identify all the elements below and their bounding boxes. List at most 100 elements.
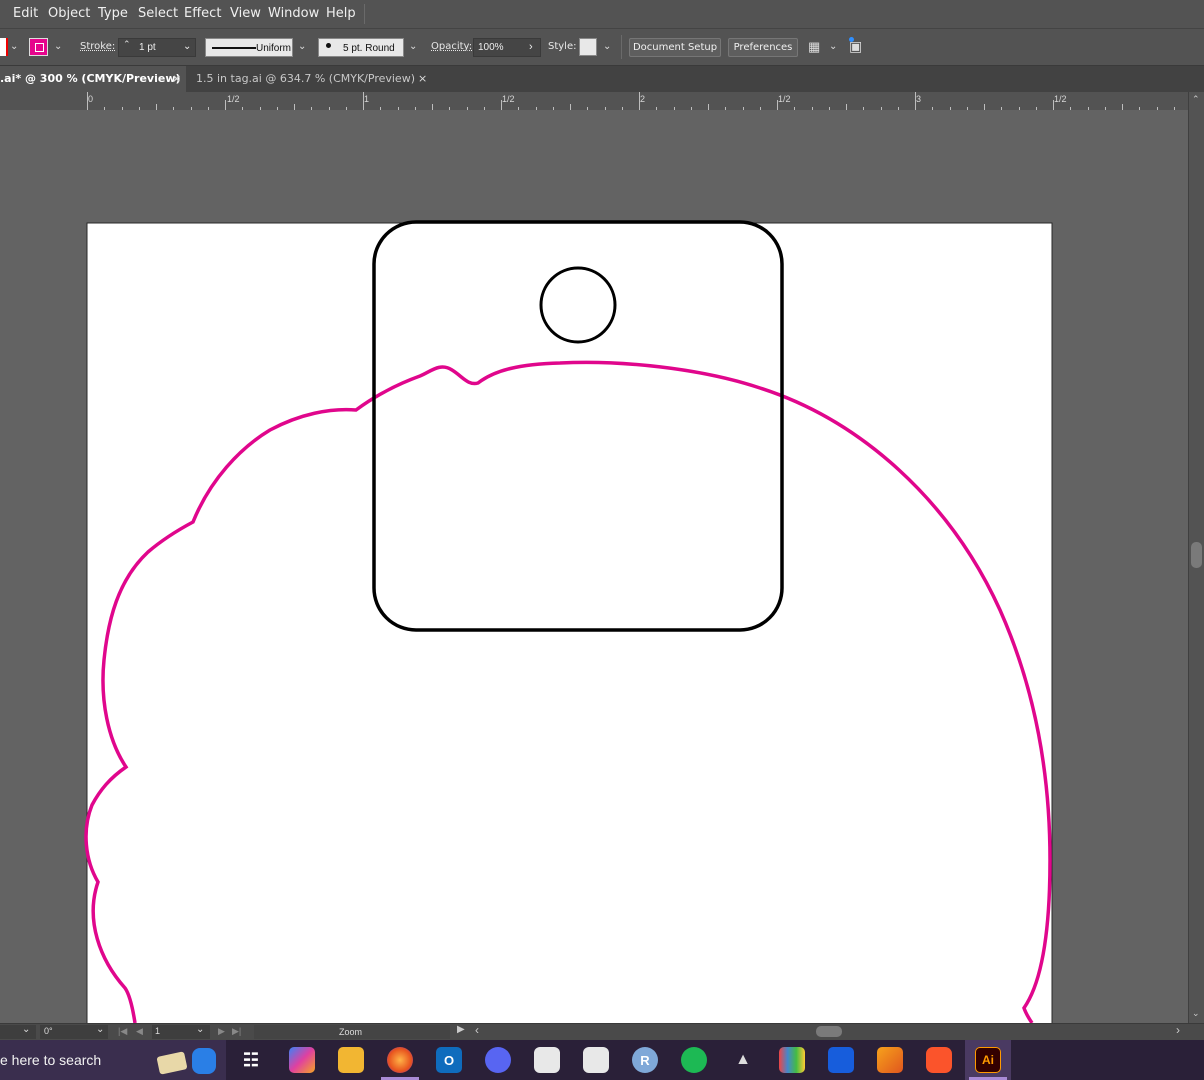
- canvas-area[interactable]: [0, 110, 1188, 1023]
- last-artboard-icon[interactable]: ▶|: [232, 1026, 241, 1037]
- chevron-right-icon[interactable]: ›: [529, 41, 533, 53]
- search-placeholder: e here to search: [0, 1052, 102, 1068]
- style-label: Style:: [548, 41, 577, 52]
- chevron-down-icon[interactable]: ⌄: [183, 41, 191, 52]
- creative-cloud-icon[interactable]: [534, 1047, 560, 1073]
- zoom-field[interactable]: ⌄: [0, 1024, 36, 1039]
- artboard[interactable]: [86, 222, 1053, 1023]
- bitwarden-icon[interactable]: [828, 1047, 854, 1073]
- status-menu-icon[interactable]: ▶: [457, 1024, 465, 1035]
- chevron-down-icon[interactable]: ⌄: [196, 1024, 204, 1035]
- brush-dot-icon: [326, 43, 331, 48]
- close-icon[interactable]: ×: [418, 66, 427, 91]
- stroke-profile-value: Uniform: [256, 43, 292, 54]
- artwork: [84, 220, 1053, 1023]
- rotation-field[interactable]: 0° ⌄: [40, 1024, 108, 1039]
- brush-field[interactable]: 5 pt. Round: [318, 38, 404, 57]
- stepper-icon[interactable]: ⌃: [123, 39, 131, 50]
- menu-edit[interactable]: Edit: [13, 6, 38, 21]
- chevron-down-icon[interactable]: ⌄: [603, 41, 611, 52]
- next-artboard-icon[interactable]: ▶: [218, 1026, 225, 1037]
- arrange-icon[interactable]: ▦: [808, 39, 820, 55]
- ruler-tick: [225, 100, 226, 110]
- menu-help[interactable]: Help: [326, 6, 356, 21]
- menu-type[interactable]: Type: [98, 6, 128, 21]
- illustrator-icon[interactable]: Ai: [975, 1047, 1001, 1073]
- rotation-value: 0°: [44, 1026, 53, 1036]
- document-setup-button[interactable]: Document Setup: [629, 38, 721, 57]
- menu-effect[interactable]: Effect: [184, 6, 221, 21]
- arrow-app-icon[interactable]: [877, 1047, 903, 1073]
- control-bar: ⌄ ⌄ Stroke: ⌃ 1 pt ⌄ Uniform ⌄ 5 pt. Rou…: [0, 29, 1204, 66]
- ruler-label: 0: [88, 94, 94, 104]
- tab-1.5-in-tag[interactable]: 1.5 in tag.ai @ 634.7 % (CMYK/Preview) ×: [190, 66, 432, 92]
- document-tab-bar: .ai* @ 300 % (CMYK/Preview) × 1.5 in tag…: [0, 66, 1204, 92]
- close-icon[interactable]: ×: [172, 66, 181, 91]
- fill-swatch[interactable]: [0, 38, 8, 56]
- scroll-left-icon[interactable]: ‹: [475, 1023, 479, 1037]
- chevron-down-icon[interactable]: ⌄: [22, 1024, 30, 1035]
- ruler-label: 2: [640, 94, 646, 104]
- first-artboard-icon[interactable]: |◀: [118, 1026, 127, 1037]
- ruler-tick: [1053, 100, 1054, 110]
- chevron-down-icon[interactable]: ⌄: [298, 41, 306, 52]
- menu-window[interactable]: Window: [268, 6, 319, 21]
- opacity-label[interactable]: Opacity:: [431, 41, 472, 52]
- inkscape-icon[interactable]: ▲: [730, 1047, 756, 1073]
- spotify-icon[interactable]: [681, 1047, 707, 1073]
- menu-divider: [364, 4, 365, 24]
- status-mode[interactable]: Zoom: [254, 1025, 450, 1039]
- ruler-tick: [777, 100, 778, 110]
- status-mode-label: Zoom: [339, 1027, 363, 1037]
- horizontal-ruler[interactable]: 0 1/2 1 1/2 2 1/2 3 1/2: [0, 92, 1188, 111]
- tab-active-document[interactable]: .ai* @ 300 % (CMYK/Preview) ×: [0, 66, 186, 92]
- task-view-icon[interactable]: ☷: [238, 1047, 264, 1073]
- stroke-weight-field[interactable]: ⌃ 1 pt ⌄: [118, 38, 196, 57]
- chevron-down-icon[interactable]: ⌄: [409, 41, 417, 52]
- stroke-profile-field[interactable]: Uniform: [205, 38, 293, 57]
- copilot-icon[interactable]: [289, 1047, 315, 1073]
- windows-taskbar: e here to search ☷ O R ▲ Ai: [0, 1040, 1204, 1080]
- r-app-icon[interactable]: R: [632, 1047, 658, 1073]
- chevron-down-icon[interactable]: ⌄: [54, 41, 62, 52]
- style-swatch[interactable]: [579, 38, 597, 56]
- chevron-down-icon[interactable]: ⌄: [96, 1024, 104, 1035]
- ruler-tick: [501, 100, 502, 110]
- menu-bar: Edit Object Type Select Effect View Wind…: [0, 0, 1204, 29]
- chevron-down-icon[interactable]: ⌄: [10, 41, 18, 52]
- stroke-swatch[interactable]: [29, 38, 48, 56]
- horizontal-scroll-thumb[interactable]: [816, 1026, 842, 1037]
- preferences-button[interactable]: Preferences: [728, 38, 798, 57]
- previous-artboard-icon[interactable]: ◀: [136, 1026, 143, 1037]
- divider: [621, 35, 622, 59]
- vertical-scrollbar[interactable]: ⌃ ⌄: [1188, 92, 1204, 1023]
- scroll-down-icon[interactable]: ⌄: [1192, 1008, 1200, 1019]
- artboard-value: 1: [155, 1026, 161, 1036]
- ruler-label: 1/2: [227, 94, 240, 104]
- scroll-thumb[interactable]: [1191, 542, 1202, 568]
- chevron-down-icon[interactable]: ⌄: [829, 41, 837, 52]
- photo-app-icon[interactable]: [779, 1047, 805, 1073]
- outlook-icon[interactable]: O: [436, 1047, 462, 1073]
- file-explorer-icon[interactable]: [338, 1047, 364, 1073]
- firefox-icon[interactable]: [387, 1047, 413, 1073]
- tab-label: 1.5 in tag.ai @ 634.7 % (CMYK/Preview): [196, 72, 415, 85]
- scroll-right-icon[interactable]: ›: [1176, 1023, 1180, 1037]
- artboard-field[interactable]: 1 ⌄: [152, 1024, 210, 1039]
- opacity-field[interactable]: 100% ›: [473, 38, 541, 57]
- brave-icon[interactable]: [926, 1047, 952, 1073]
- stroke-label[interactable]: Stroke:: [80, 41, 115, 52]
- opacity-value: 100%: [478, 42, 504, 53]
- ruler-tick: [639, 92, 640, 110]
- menu-view[interactable]: View: [230, 6, 261, 21]
- discord-icon[interactable]: [485, 1047, 511, 1073]
- ruler-tick: [363, 92, 364, 110]
- speech-app-icon[interactable]: [583, 1047, 609, 1073]
- menu-select[interactable]: Select: [138, 6, 178, 21]
- menu-object[interactable]: Object: [48, 6, 90, 21]
- scroll-up-icon[interactable]: ⌃: [1192, 94, 1200, 105]
- ruler-label: 1/2: [502, 94, 515, 104]
- taskbar-search[interactable]: e here to search: [0, 1040, 226, 1080]
- ruler-label: 3: [916, 94, 922, 104]
- tab-label: .ai* @ 300 % (CMYK/Preview): [0, 72, 181, 85]
